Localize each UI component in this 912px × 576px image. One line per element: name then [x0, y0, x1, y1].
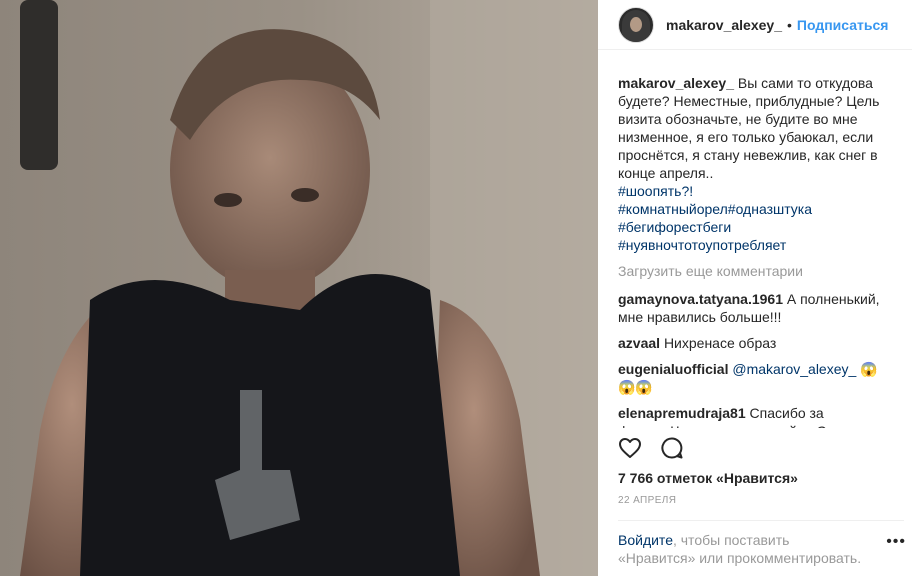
caption-username[interactable]: makarov_alexey_	[618, 75, 734, 91]
header-separator: •	[787, 16, 792, 33]
login-prompt: Войдите, чтобы поставить «Нравится» или …	[618, 531, 868, 567]
hashtag-link[interactable]: #нуявночтотоупотребляет	[618, 236, 894, 254]
post-photo-image	[0, 0, 598, 576]
comment-item: elenapremudraja81 Спасибо за фильм«Части…	[618, 404, 894, 428]
header-username[interactable]: makarov_alexey_	[666, 17, 782, 33]
avatar[interactable]	[618, 6, 654, 43]
post-date: 22 АПРЕЛЯ	[618, 495, 677, 506]
comment-username[interactable]: gamaynova.tatyana.1961	[618, 291, 783, 307]
post-photo[interactable]	[0, 0, 598, 576]
hashtag-link[interactable]: #шоопять?!	[618, 182, 894, 200]
post-actions	[618, 436, 684, 460]
login-link[interactable]: Войдите	[618, 532, 673, 548]
likes-count[interactable]: 7 766 отметок «Нравится»	[618, 470, 798, 486]
post-side-panel: makarov_alexey_ • Подписаться makarov_al…	[598, 0, 912, 576]
comment-item: eugenialuofficial @makarov_alexey_ 😱😱😱	[618, 360, 894, 396]
comment-username[interactable]: azvaal	[618, 335, 660, 351]
comment-mention-link[interactable]: @makarov_alexey_	[732, 361, 856, 377]
comment-text: Нихренасе образ	[663, 335, 777, 351]
avatar-face-shape	[630, 16, 642, 32]
comments-list[interactable]: makarov_alexey_ Вы сами то откудова буде…	[618, 74, 894, 428]
more-options-icon[interactable]: •••	[886, 533, 906, 551]
hashtag-link[interactable]: #бегифорестбеги	[618, 218, 894, 236]
load-more-comments-button[interactable]: Загрузить еще комментарии	[618, 262, 894, 280]
follow-button[interactable]: Подписаться	[797, 17, 889, 33]
comment-item: azvaal Нихренасе образ	[618, 334, 894, 352]
hashtag-link[interactable]: #комнатныйорел#одназштука	[618, 200, 894, 218]
comment-icon[interactable]	[660, 436, 684, 460]
post-header: makarov_alexey_ • Подписаться	[598, 0, 912, 50]
heart-icon[interactable]	[618, 436, 642, 460]
caption: makarov_alexey_ Вы сами то откудова буде…	[618, 74, 894, 254]
comment-username[interactable]: eugenialuofficial	[618, 361, 728, 377]
comment-username[interactable]: elenapremudraja81	[618, 405, 746, 421]
instagram-post: makarov_alexey_ • Подписаться makarov_al…	[0, 0, 912, 576]
comment-item: gamaynova.tatyana.1961 А полненький, мне…	[618, 290, 894, 326]
divider	[618, 520, 904, 521]
